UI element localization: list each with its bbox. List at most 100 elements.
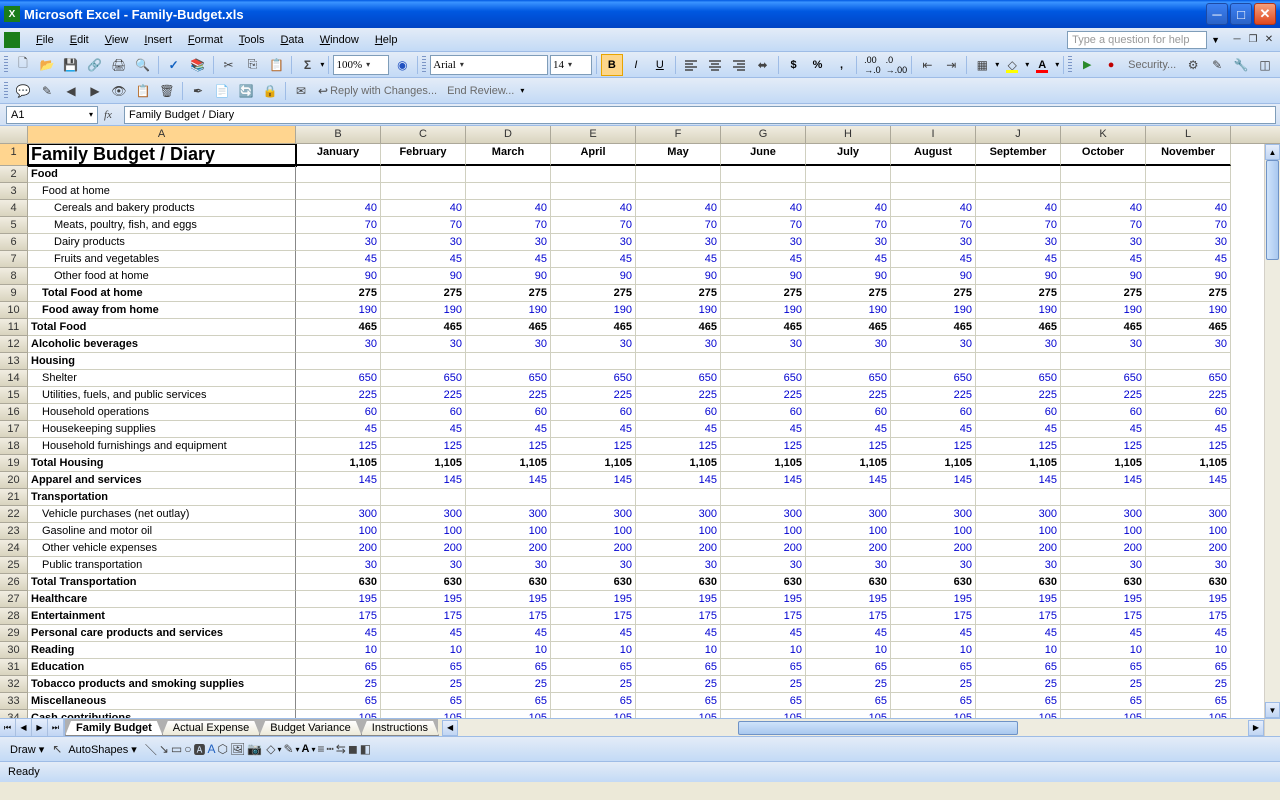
cell[interactable]: 200 (466, 540, 551, 557)
cell[interactable]: 45 (1146, 421, 1231, 438)
cell[interactable]: 30 (636, 336, 721, 353)
security-button[interactable]: Security... (1124, 57, 1180, 73)
cell[interactable]: Housing (28, 353, 296, 370)
scroll-thumb-h[interactable] (738, 721, 1018, 735)
cell[interactable]: 465 (466, 319, 551, 336)
cell[interactable]: January (296, 144, 381, 166)
sheet-tab[interactable]: Family Budget (65, 721, 163, 736)
cell[interactable] (636, 166, 721, 183)
row-header[interactable]: 10 (0, 302, 28, 319)
cell[interactable]: 300 (976, 506, 1061, 523)
col-header-I[interactable]: I (891, 126, 976, 143)
cell[interactable]: 90 (721, 268, 806, 285)
cell[interactable]: 125 (1146, 438, 1231, 455)
oval-button[interactable]: ○ (184, 742, 191, 756)
play-macro-button[interactable]: ▶ (1076, 54, 1098, 76)
font-color-dropdown-icon[interactable]: ▾ (1055, 60, 1059, 69)
cell[interactable]: 175 (891, 608, 976, 625)
doc-close-button[interactable]: ✕ (1262, 33, 1276, 47)
cell[interactable]: 45 (381, 625, 466, 642)
cell[interactable]: Gasoline and motor oil (28, 523, 296, 540)
cell[interactable]: 275 (891, 285, 976, 302)
cell[interactable]: 25 (721, 676, 806, 693)
comma-button[interactable]: , (831, 54, 853, 76)
cell[interactable]: 145 (976, 472, 1061, 489)
record-macro-button[interactable]: ● (1100, 54, 1122, 76)
cell[interactable]: 65 (1146, 693, 1231, 710)
cell[interactable]: 1,105 (1146, 455, 1231, 472)
cell[interactable]: 65 (381, 693, 466, 710)
cell[interactable]: 195 (1061, 591, 1146, 608)
cell[interactable]: 100 (296, 523, 381, 540)
cell[interactable]: 195 (296, 591, 381, 608)
col-header-H[interactable]: H (806, 126, 891, 143)
cell[interactable]: 10 (1146, 642, 1231, 659)
menu-view[interactable]: View (97, 32, 137, 48)
cell[interactable] (976, 166, 1061, 183)
next-comment-button[interactable]: ▶ (84, 80, 106, 102)
cell[interactable]: 465 (976, 319, 1061, 336)
cell[interactable]: 45 (806, 421, 891, 438)
cell[interactable]: 45 (1146, 251, 1231, 268)
increase-indent-button[interactable]: ⇥ (940, 54, 962, 76)
cell[interactable] (1061, 353, 1146, 370)
cell[interactable] (466, 353, 551, 370)
cell[interactable]: 30 (296, 557, 381, 574)
print-button[interactable]: 🖨 (108, 54, 130, 76)
toolbar-grip-4[interactable] (4, 82, 8, 100)
tab-nav-prev[interactable]: ◀ (16, 719, 32, 736)
row-header[interactable]: 19 (0, 455, 28, 472)
scroll-down-button[interactable]: ▼ (1265, 702, 1280, 718)
cell[interactable]: 60 (976, 404, 1061, 421)
cell[interactable]: 175 (636, 608, 721, 625)
font-size-combo[interactable]: 14▾ (550, 55, 592, 75)
cell[interactable]: 90 (1146, 268, 1231, 285)
cell[interactable]: Miscellaneous (28, 693, 296, 710)
cell[interactable]: Total Transportation (28, 574, 296, 591)
cell[interactable]: August (891, 144, 976, 166)
cell[interactable] (636, 489, 721, 506)
cell[interactable]: 45 (806, 251, 891, 268)
col-header-L[interactable]: L (1146, 126, 1231, 143)
cell[interactable] (1146, 489, 1231, 506)
cell[interactable]: 275 (466, 285, 551, 302)
row-header[interactable]: 12 (0, 336, 28, 353)
scroll-right-button[interactable]: ▶ (1248, 720, 1264, 736)
doc-minimize-button[interactable]: ─ (1230, 33, 1244, 47)
cell[interactable]: 45 (296, 625, 381, 642)
review-dropdown-icon[interactable]: ▾ (520, 86, 524, 95)
dash-style-button[interactable]: ┅ (327, 742, 334, 756)
row-header[interactable]: 26 (0, 574, 28, 591)
draw-line-color-button[interactable]: ✎ (283, 742, 293, 756)
cell[interactable]: 60 (636, 404, 721, 421)
cell[interactable]: 65 (636, 693, 721, 710)
cell[interactable]: 30 (551, 557, 636, 574)
select-all-corner[interactable] (0, 126, 28, 143)
borders-dropdown-icon[interactable]: ▾ (995, 60, 999, 69)
cell[interactable]: 225 (1146, 387, 1231, 404)
cell[interactable]: Entertainment (28, 608, 296, 625)
cell[interactable]: 10 (466, 642, 551, 659)
cell[interactable] (296, 353, 381, 370)
cell[interactable]: 275 (636, 285, 721, 302)
cell[interactable]: 225 (466, 387, 551, 404)
cell[interactable]: 1,105 (296, 455, 381, 472)
line-style-button[interactable]: ≡ (318, 742, 325, 756)
cell[interactable]: 175 (721, 608, 806, 625)
toolbar-grip-2[interactable] (422, 56, 426, 74)
cell[interactable]: 275 (806, 285, 891, 302)
cell[interactable]: 65 (721, 659, 806, 676)
cell[interactable]: 275 (381, 285, 466, 302)
prev-comment-button[interactable]: ◀ (60, 80, 82, 102)
cell[interactable]: 40 (466, 200, 551, 217)
protect-button[interactable]: 🔒 (259, 80, 281, 102)
row-header[interactable]: 15 (0, 387, 28, 404)
fill-color-button[interactable]: ◇ (1001, 54, 1023, 76)
cell[interactable]: 650 (381, 370, 466, 387)
cell[interactable]: 70 (551, 217, 636, 234)
cell[interactable]: 145 (466, 472, 551, 489)
row-header[interactable]: 16 (0, 404, 28, 421)
cell[interactable]: 145 (551, 472, 636, 489)
cell[interactable]: 125 (976, 438, 1061, 455)
cell[interactable]: Fruits and vegetables (28, 251, 296, 268)
